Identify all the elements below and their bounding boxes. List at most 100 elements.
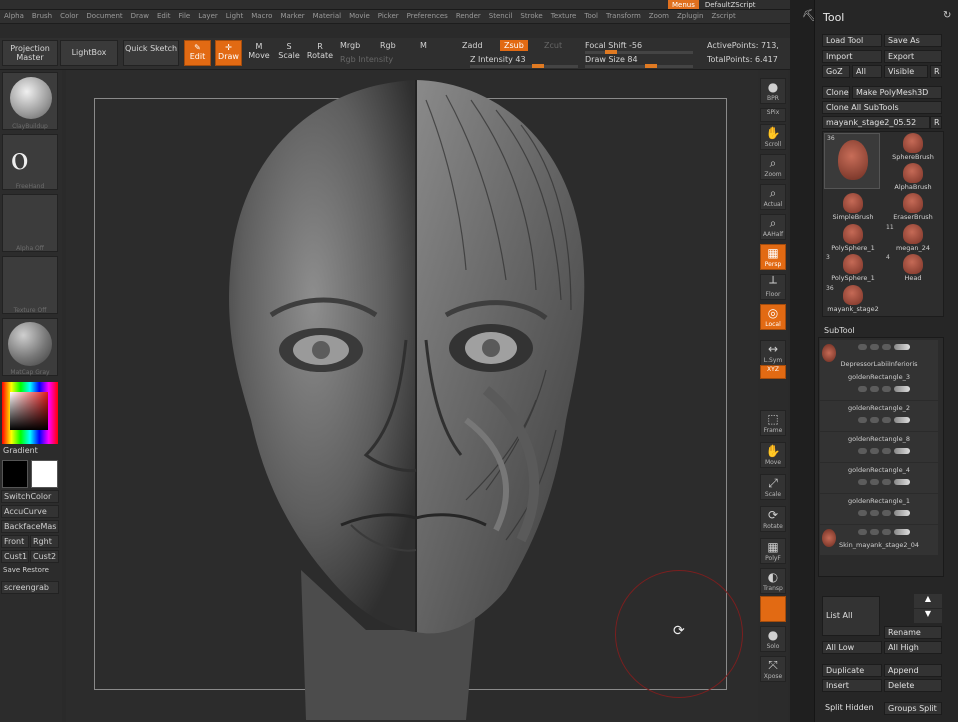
tool-thumb-6[interactable]: 3 PolySphere_1	[824, 254, 882, 283]
color-picker-square[interactable]	[10, 392, 48, 430]
current-tool-r-button[interactable]: R	[930, 116, 942, 129]
r-button[interactable]: R	[930, 65, 942, 78]
focal-shift-slider[interactable]: Focal Shift -56	[585, 41, 642, 50]
secondary-color-swatch[interactable]	[31, 460, 58, 488]
scroll-button[interactable]: ✋ Scroll	[760, 124, 786, 150]
screengrab-button[interactable]: screengrab	[1, 581, 59, 594]
menus-button[interactable]: Menus	[668, 0, 699, 9]
tool-palette-title[interactable]: Tool	[823, 11, 844, 24]
subtool-toggles[interactable]	[858, 529, 910, 535]
split-hidden-button[interactable]: Split Hidden	[822, 702, 882, 715]
menu-item-transform[interactable]: Transform	[602, 10, 645, 23]
opacity-slider-icon[interactable]	[894, 479, 910, 485]
lock-toggle-icon[interactable]	[870, 386, 879, 392]
switchcolor-button[interactable]: SwitchColor	[1, 490, 59, 503]
lock-toggle-icon[interactable]	[870, 529, 879, 535]
tool-thumb-3[interactable]: EraserBrush	[884, 193, 942, 222]
main-color-swatch[interactable]	[2, 460, 28, 488]
visibility-toggle-icon[interactable]	[858, 344, 867, 350]
tool-thumb-0[interactable]: SphereBrush	[884, 133, 942, 162]
polypaint-toggle-icon[interactable]	[882, 386, 891, 392]
move-button[interactable]: ✋ Move	[760, 442, 786, 468]
polyf-button[interactable]: ▦ PolyF	[760, 538, 786, 564]
lock-toggle-icon[interactable]	[870, 417, 879, 423]
make-polymesh-button[interactable]: Make PolyMesh3D	[852, 86, 942, 99]
zoom-button[interactable]: ⌕ Zoom	[760, 154, 786, 180]
transp-button[interactable]: ◐ Transp	[760, 568, 786, 594]
move-down-icon[interactable]: ▼	[914, 609, 942, 623]
menu-item-render[interactable]: Render	[452, 10, 485, 23]
xyz-button[interactable]: XYZ	[760, 365, 786, 379]
mrgb-button[interactable]: Mrgb	[340, 41, 360, 50]
draw-size-handle[interactable]	[645, 64, 657, 68]
rgb-button[interactable]: Rgb	[380, 41, 396, 50]
menu-item-zplugin[interactable]: Zplugin	[673, 10, 707, 23]
gradient-label[interactable]: Gradient	[1, 445, 59, 458]
alpha-selector[interactable]: Alpha Off	[2, 194, 58, 252]
menu-item-file[interactable]: File	[175, 10, 195, 23]
menu-item-document[interactable]: Document	[82, 10, 126, 23]
polypaint-toggle-icon[interactable]	[882, 344, 891, 350]
lock-toggle-icon[interactable]	[870, 344, 879, 350]
subtool-row[interactable]: DepressorLabiiInferioris	[820, 340, 938, 370]
menu-item-preferences[interactable]: Preferences	[403, 10, 452, 23]
visibility-toggle-icon[interactable]	[858, 417, 867, 423]
rotate-button[interactable]: R Rotate	[306, 40, 334, 66]
duplicate-button[interactable]: Duplicate	[822, 664, 882, 677]
draw-size-slider[interactable]: Draw Size 84	[585, 55, 638, 64]
visibility-toggle-icon[interactable]	[858, 510, 867, 516]
solo-button[interactable]: ● Solo	[760, 626, 786, 652]
aahalf-button[interactable]: ⌕ AAHalf	[760, 214, 786, 240]
scale-button[interactable]: ⤢ Scale	[760, 474, 786, 500]
all-low-button[interactable]: All Low	[822, 641, 882, 654]
load-tool-button[interactable]: Load Tool	[822, 34, 882, 47]
z-intensity-handle[interactable]	[532, 64, 544, 68]
opacity-slider-icon[interactable]	[894, 529, 910, 535]
insert-button[interactable]: Insert	[822, 679, 882, 692]
focal-shift-track[interactable]	[585, 50, 693, 54]
polypaint-toggle-icon[interactable]	[882, 510, 891, 516]
subtool-toggles[interactable]	[858, 386, 910, 392]
menu-item-light[interactable]: Light	[222, 10, 247, 23]
ghost-button[interactable]	[760, 596, 786, 622]
menu-item-picker[interactable]: Picker	[374, 10, 403, 23]
subtool-toggles[interactable]	[858, 344, 910, 350]
current-tool-slider[interactable]: mayank_stage2_05.52	[822, 116, 930, 129]
subtool-toggles[interactable]	[858, 479, 910, 485]
opacity-slider-icon[interactable]	[894, 510, 910, 516]
lock-toggle-icon[interactable]	[870, 510, 879, 516]
menu-item-color[interactable]: Color	[56, 10, 82, 23]
subtool-toggles[interactable]	[858, 448, 910, 454]
visible-button[interactable]: Visible	[884, 65, 928, 78]
menu-item-stencil[interactable]: Stencil	[485, 10, 517, 23]
menu-item-zscript[interactable]: Zscript	[707, 10, 739, 23]
menu-item-draw[interactable]: Draw	[127, 10, 153, 23]
tool-thumb-1[interactable]: AlphaBrush	[884, 163, 942, 192]
subtool-row[interactable]: Skin_mayank_stage2_04	[820, 525, 938, 555]
actual-button[interactable]: ⌕ Actual	[760, 184, 786, 210]
menu-item-brush[interactable]: Brush	[28, 10, 56, 23]
lock-toggle-icon[interactable]	[870, 448, 879, 454]
tool-thumb-2[interactable]: SimpleBrush	[824, 193, 882, 222]
m-button[interactable]: M	[420, 41, 427, 50]
save-as-button[interactable]: Save As	[884, 34, 942, 47]
document-canvas[interactable]: ⟳	[66, 70, 758, 722]
groups-split-button[interactable]: Groups Split	[884, 702, 942, 715]
append-button[interactable]: Append	[884, 664, 942, 677]
subtool-header[interactable]: SubTool	[824, 326, 855, 335]
polypaint-toggle-icon[interactable]	[882, 448, 891, 454]
menu-item-alpha[interactable]: Alpha	[0, 10, 28, 23]
menu-item-zoom[interactable]: Zoom	[645, 10, 673, 23]
tool-thumb-7[interactable]: 4 Head	[884, 254, 942, 283]
rgb-intensity-slider[interactable]: Rgb Intensity	[340, 55, 393, 64]
all-high-button[interactable]: All High	[884, 641, 942, 654]
menu-item-movie[interactable]: Movie	[345, 10, 374, 23]
z-intensity-slider[interactable]: Z Intensity 43	[470, 55, 526, 64]
draw-button[interactable]: ✛ Draw	[215, 40, 242, 66]
zadd-button[interactable]: Zadd	[462, 41, 483, 50]
zsub-button[interactable]: Zsub	[500, 40, 528, 51]
tool-thumb-5[interactable]: 11 megan_24	[884, 224, 942, 253]
cust2-button[interactable]: Cust2	[30, 550, 59, 563]
front-button[interactable]: Front	[1, 535, 29, 548]
export-button[interactable]: Export	[884, 50, 942, 63]
